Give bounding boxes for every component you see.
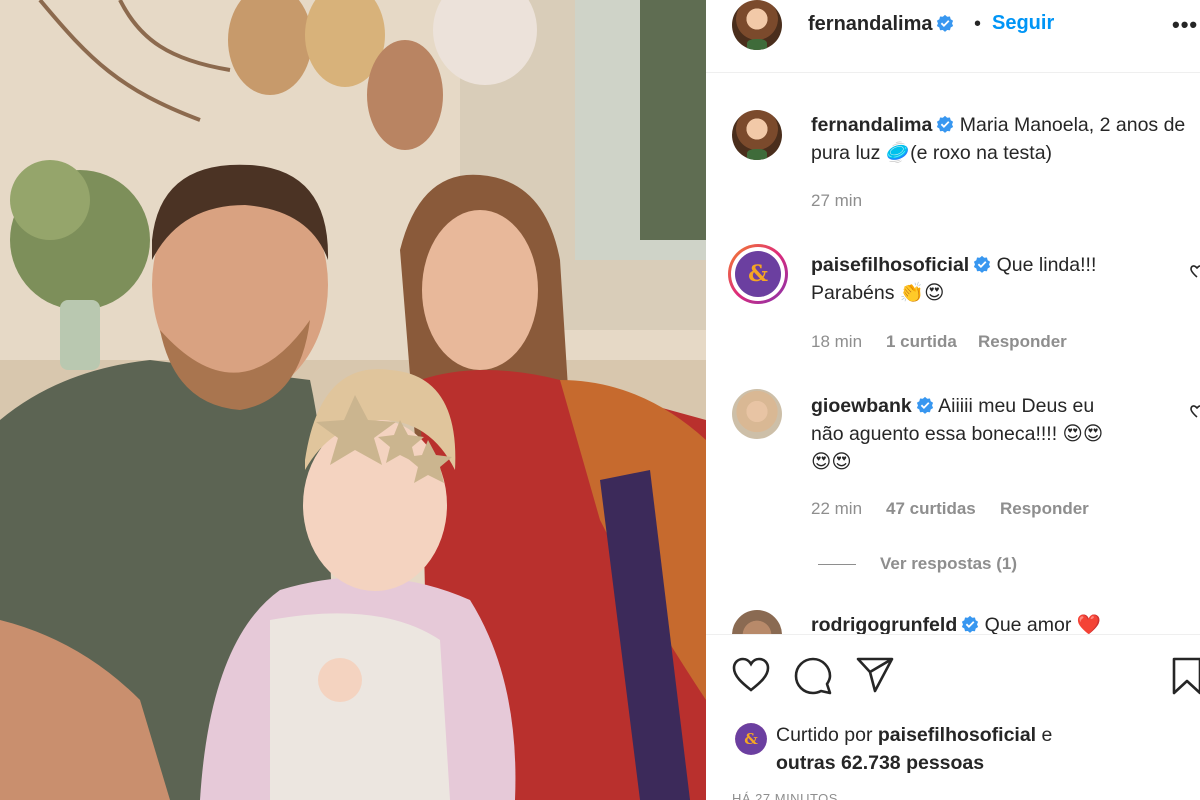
comment: gioewbank Aiiiii meu Deus eu não aguento… (811, 392, 1181, 476)
commenter-avatar[interactable] (732, 610, 782, 634)
comment-time: 18 min (811, 332, 863, 351)
verified-icon (962, 615, 979, 633)
more-options-icon[interactable]: ••• (1172, 12, 1198, 38)
follow-button[interactable]: Seguir (992, 12, 1054, 35)
comment-username[interactable]: paisefilhosoficial (811, 254, 969, 276)
comment-likes-count[interactable]: 1 curtida (886, 332, 957, 352)
reply-button[interactable]: Responder (978, 332, 1067, 352)
share-icon[interactable] (856, 657, 894, 693)
comment-text: não aguento essa boneca!!!! 😍😍 (811, 423, 1104, 445)
liked-by-others[interactable]: outras 62.738 pessoas (776, 752, 984, 774)
commenter-avatar[interactable]: & (728, 244, 788, 304)
liked-by-prefix: Curtido por (776, 724, 873, 746)
heart-icon[interactable] (732, 657, 770, 693)
post-details-panel: fernandalima • Seguir ••• fernandalima M… (706, 0, 1200, 800)
verified-icon (937, 115, 954, 133)
bookmark-icon[interactable] (1172, 657, 1200, 695)
comment-text: Aiiiii meu Deus eu (938, 395, 1095, 417)
comment: rodrigogrunfeld Que amor ❤️ (811, 611, 1181, 634)
reply-button[interactable]: Responder (1000, 499, 1089, 519)
header-separator: • (974, 13, 982, 35)
liked-by-joiner: e (1041, 724, 1053, 746)
caption-time: 27 min (811, 191, 863, 210)
post-actions: & Curtido por paisefilhosoficial e outra… (706, 634, 1200, 800)
comment-icon[interactable] (794, 657, 832, 695)
comments-list[interactable]: fernandalima Maria Manoela, 2 anos de pu… (706, 74, 1200, 634)
replies-divider (818, 564, 856, 565)
verified-icon (937, 14, 954, 32)
comment-username[interactable]: rodrigogrunfeld (811, 614, 957, 634)
author-username[interactable]: fernandalima (808, 13, 954, 36)
comment-text: Parabéns 👏😍 (811, 282, 945, 304)
caption: fernandalima Maria Manoela, 2 anos de pu… (811, 111, 1196, 167)
comment-text: 😍😍 (811, 451, 852, 473)
post-photo[interactable] (0, 0, 706, 800)
photo-illustration (0, 0, 706, 800)
author-username-text[interactable]: fernandalima (808, 13, 932, 35)
comment-username[interactable]: gioewbank (811, 395, 912, 417)
commenter-avatar[interactable] (732, 389, 782, 439)
comment-text: Que linda!!! (996, 254, 1097, 276)
post-timestamp[interactable]: HÁ 27 MINUTOS (732, 791, 838, 800)
comment-time: 22 min (811, 499, 863, 518)
comment-text: Que amor ❤️ (984, 614, 1102, 634)
comment-like-icon[interactable] (1190, 404, 1200, 420)
view-replies-button[interactable]: Ver respostas (1) (880, 554, 1017, 574)
liked-by-avatar[interactable]: & (735, 723, 767, 755)
comment: paisefilhosoficial Que linda!!! Parabéns… (811, 251, 1171, 307)
caption-avatar[interactable] (732, 110, 782, 160)
liked-by-user[interactable]: paisefilhosoficial (878, 724, 1036, 746)
liked-by-summary: Curtido por paisefilhosoficial e outras … (776, 721, 1196, 777)
caption-username[interactable]: fernandalima (811, 114, 932, 136)
author-avatar[interactable] (732, 0, 782, 50)
comment-likes-count[interactable]: 47 curtidas (886, 499, 976, 519)
verified-icon (974, 255, 991, 273)
comment-like-icon[interactable] (1190, 264, 1200, 280)
post-header: fernandalima • Seguir ••• (706, 0, 1200, 73)
verified-icon (916, 396, 933, 414)
